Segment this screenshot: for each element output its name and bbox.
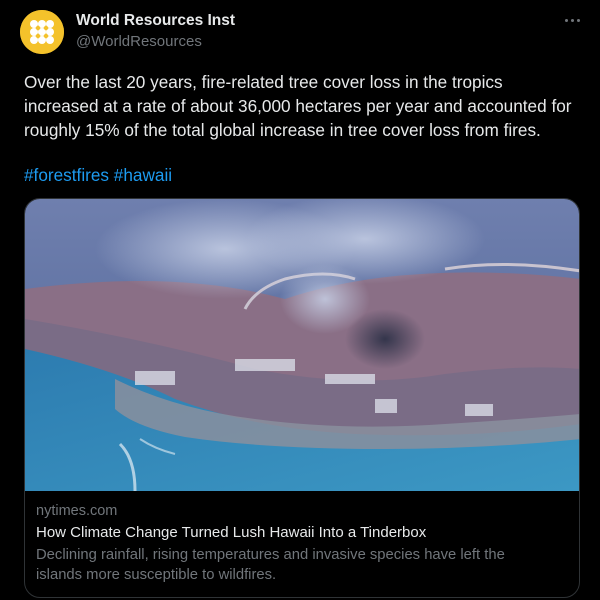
tweet-text: Over the last 20 years, fire-related tre… — [24, 72, 572, 140]
wri-logo-icon — [20, 10, 64, 54]
author-name[interactable]: World Resources Inst — [76, 12, 235, 30]
hashtag-hawaii[interactable]: #hawaii — [114, 165, 172, 185]
tweet[interactable]: World Resources Inst @WorldResources Ove… — [0, 0, 600, 600]
author-handle[interactable]: @WorldResources — [76, 33, 202, 50]
card-domain: nytimes.com — [36, 503, 118, 519]
card-description: Declining rainfall, rising temperatures … — [36, 547, 505, 583]
more-horizontal-icon — [564, 18, 568, 22]
avatar[interactable] — [20, 10, 64, 54]
hashtag-forestfires[interactable]: #forestfires — [24, 165, 109, 185]
card-image[interactable] — [25, 199, 580, 491]
hashtags: #forestfires #hawaii — [24, 163, 172, 187]
link-card[interactable]: nytimes.com How Climate Change Turned Lu… — [24, 198, 580, 598]
more-button[interactable] — [560, 10, 584, 30]
card-title[interactable]: How Climate Change Turned Lush Hawaii In… — [36, 524, 426, 541]
